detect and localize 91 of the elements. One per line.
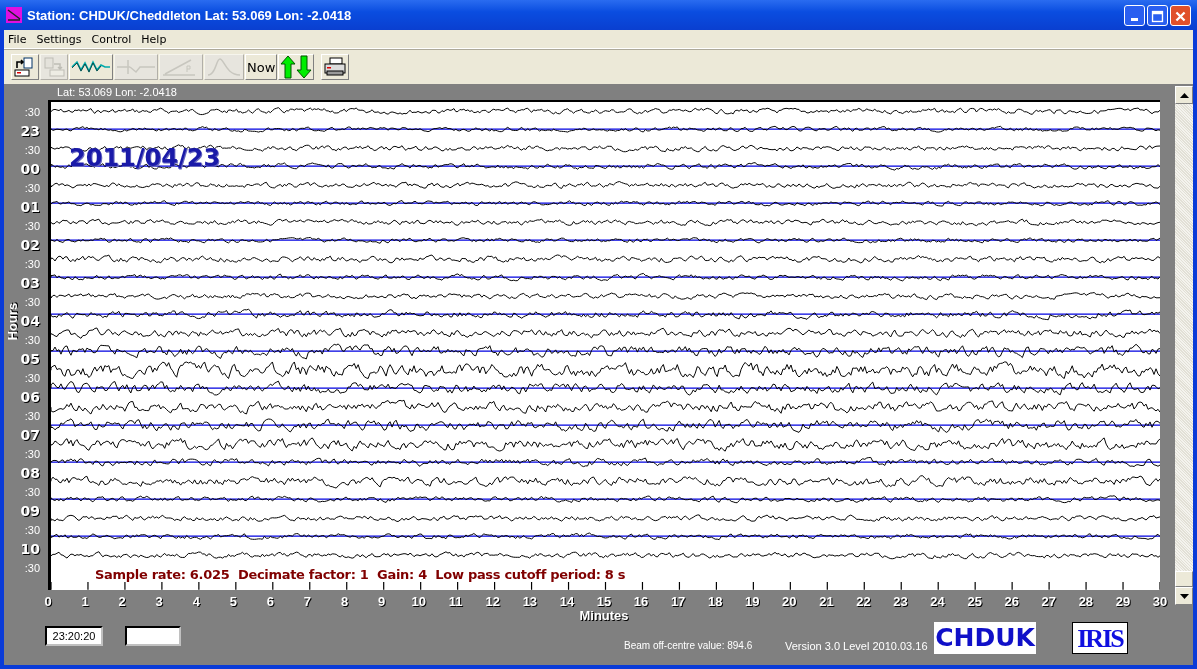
hour-label: 04 bbox=[20, 312, 40, 329]
minute-label: 29 bbox=[1115, 594, 1131, 609]
hour-label: 02 bbox=[20, 236, 40, 253]
minimize-icon bbox=[1131, 17, 1138, 21]
up-arrow-icon bbox=[1179, 92, 1189, 98]
down-arrow-icon bbox=[1179, 593, 1189, 599]
hour-label: 08 bbox=[20, 464, 40, 481]
time-field[interactable]: 23:20:20 bbox=[45, 626, 103, 646]
minute-label: 13 bbox=[522, 594, 538, 609]
hour-label: 10 bbox=[20, 540, 40, 557]
minute-label: 24 bbox=[930, 594, 945, 609]
close-button[interactable] bbox=[1170, 4, 1191, 26]
peak-icon bbox=[206, 56, 242, 78]
scroll-down-button[interactable] bbox=[1175, 587, 1193, 605]
menu-item[interactable]: File bbox=[4, 32, 33, 46]
minute-label: 23 bbox=[893, 594, 908, 609]
half-hour-label: :30 bbox=[24, 561, 40, 574]
minute-label: 22 bbox=[856, 594, 871, 609]
scroll-up-button[interactable] bbox=[1175, 86, 1193, 104]
beam-value-text: Beam off-centre value: 894.6 bbox=[624, 640, 753, 651]
minute-label: 21 bbox=[819, 594, 834, 609]
minute-label: 8 bbox=[340, 594, 349, 609]
minute-label: 17 bbox=[670, 594, 686, 609]
half-hour-label: :30 bbox=[24, 371, 40, 384]
hour-label: 07 bbox=[20, 426, 40, 443]
minute-label: 28 bbox=[1078, 594, 1094, 609]
toolbar-button[interactable] bbox=[69, 54, 113, 80]
minimize-button[interactable] bbox=[1124, 4, 1145, 26]
minute-label: 19 bbox=[745, 594, 760, 609]
minute-label: 15 bbox=[596, 594, 612, 609]
hour-label: 06 bbox=[20, 388, 40, 405]
minute-label: 20 bbox=[782, 594, 797, 609]
half-hour-label: :30 bbox=[24, 447, 40, 460]
minute-label: 26 bbox=[1004, 594, 1019, 609]
minute-label: 6 bbox=[266, 594, 274, 609]
half-hour-label: :30 bbox=[24, 257, 40, 270]
toolbar-button[interactable] bbox=[321, 54, 350, 80]
menu-item[interactable]: Help bbox=[137, 32, 173, 46]
minute-label: 0 bbox=[44, 594, 52, 609]
hour-label: 01 bbox=[20, 198, 40, 215]
minute-label: 11 bbox=[448, 594, 463, 609]
half-hour-label: :30 bbox=[24, 409, 40, 422]
toolbar-button[interactable] bbox=[11, 54, 39, 80]
minute-label: 16 bbox=[633, 594, 649, 609]
maximize-button[interactable] bbox=[1147, 4, 1168, 26]
scroll-thumb[interactable] bbox=[1175, 571, 1193, 587]
minute-label: 18 bbox=[707, 594, 723, 609]
input-field[interactable] bbox=[125, 626, 181, 646]
minute-label: 14 bbox=[559, 594, 575, 609]
minute-label: 7 bbox=[303, 594, 312, 609]
station-logo: CHDUK bbox=[934, 622, 1036, 654]
half-hour-label: :30 bbox=[24, 485, 40, 498]
minute-label: 30 bbox=[1152, 594, 1168, 609]
minute-label: 27 bbox=[1041, 594, 1057, 609]
settings-text: Sample rate: 6.025 Decimate factor: 1 Gain: 4 Low pass cutoff period: 8 s bbox=[95, 567, 627, 583]
hour-label: 09 bbox=[20, 502, 40, 519]
now-button[interactable]: Now bbox=[245, 54, 278, 80]
version-text: Version 3.0 Level 2010.03.16 bbox=[785, 640, 928, 652]
export-icon bbox=[42, 56, 66, 78]
menu-item[interactable]: Settings bbox=[32, 32, 88, 46]
window-title: Station: CHDUK/Cheddleton Lat: 53.069 Lon: -2.0418 bbox=[27, 7, 352, 23]
minute-label: 2 bbox=[118, 594, 126, 609]
half-hour-label: :30 bbox=[24, 143, 40, 156]
location-label: Lat: 53.069 Lon: -2.0418 bbox=[56, 85, 178, 100]
minute-label: 10 bbox=[411, 594, 426, 609]
axis-title: Hours bbox=[5, 302, 21, 341]
minute-label: 5 bbox=[229, 594, 237, 609]
network-logo: IRIS bbox=[1072, 622, 1128, 654]
half-hour-label: :30 bbox=[24, 523, 40, 536]
up-down-arrows-icon bbox=[280, 55, 313, 79]
menu-item[interactable]: Control bbox=[87, 32, 138, 46]
minute-label: 3 bbox=[155, 594, 163, 609]
half-hour-label: :30 bbox=[24, 105, 40, 118]
minute-label: 25 bbox=[967, 594, 982, 609]
vertical-scrollbar[interactable] bbox=[1175, 86, 1193, 605]
minute-label: 4 bbox=[192, 594, 200, 609]
half-hour-label: :30 bbox=[24, 295, 40, 308]
hour-label: 05 bbox=[20, 350, 40, 367]
hour-label: 23 bbox=[20, 122, 40, 139]
axis-title: Minutes bbox=[579, 610, 629, 624]
date-label: 2011/04/23 bbox=[69, 144, 221, 172]
half-hour-label: :30 bbox=[24, 219, 40, 232]
minute-label: 9 bbox=[378, 594, 386, 609]
half-hour-label: :30 bbox=[24, 333, 40, 346]
app-icon bbox=[6, 7, 22, 23]
hour-label: 03 bbox=[20, 274, 40, 291]
half-hour-label: :30 bbox=[24, 181, 40, 194]
minute-label: 1 bbox=[81, 594, 89, 609]
printer-icon bbox=[323, 56, 348, 78]
minute-label: 12 bbox=[485, 594, 501, 609]
hour-label: 00 bbox=[20, 160, 40, 177]
